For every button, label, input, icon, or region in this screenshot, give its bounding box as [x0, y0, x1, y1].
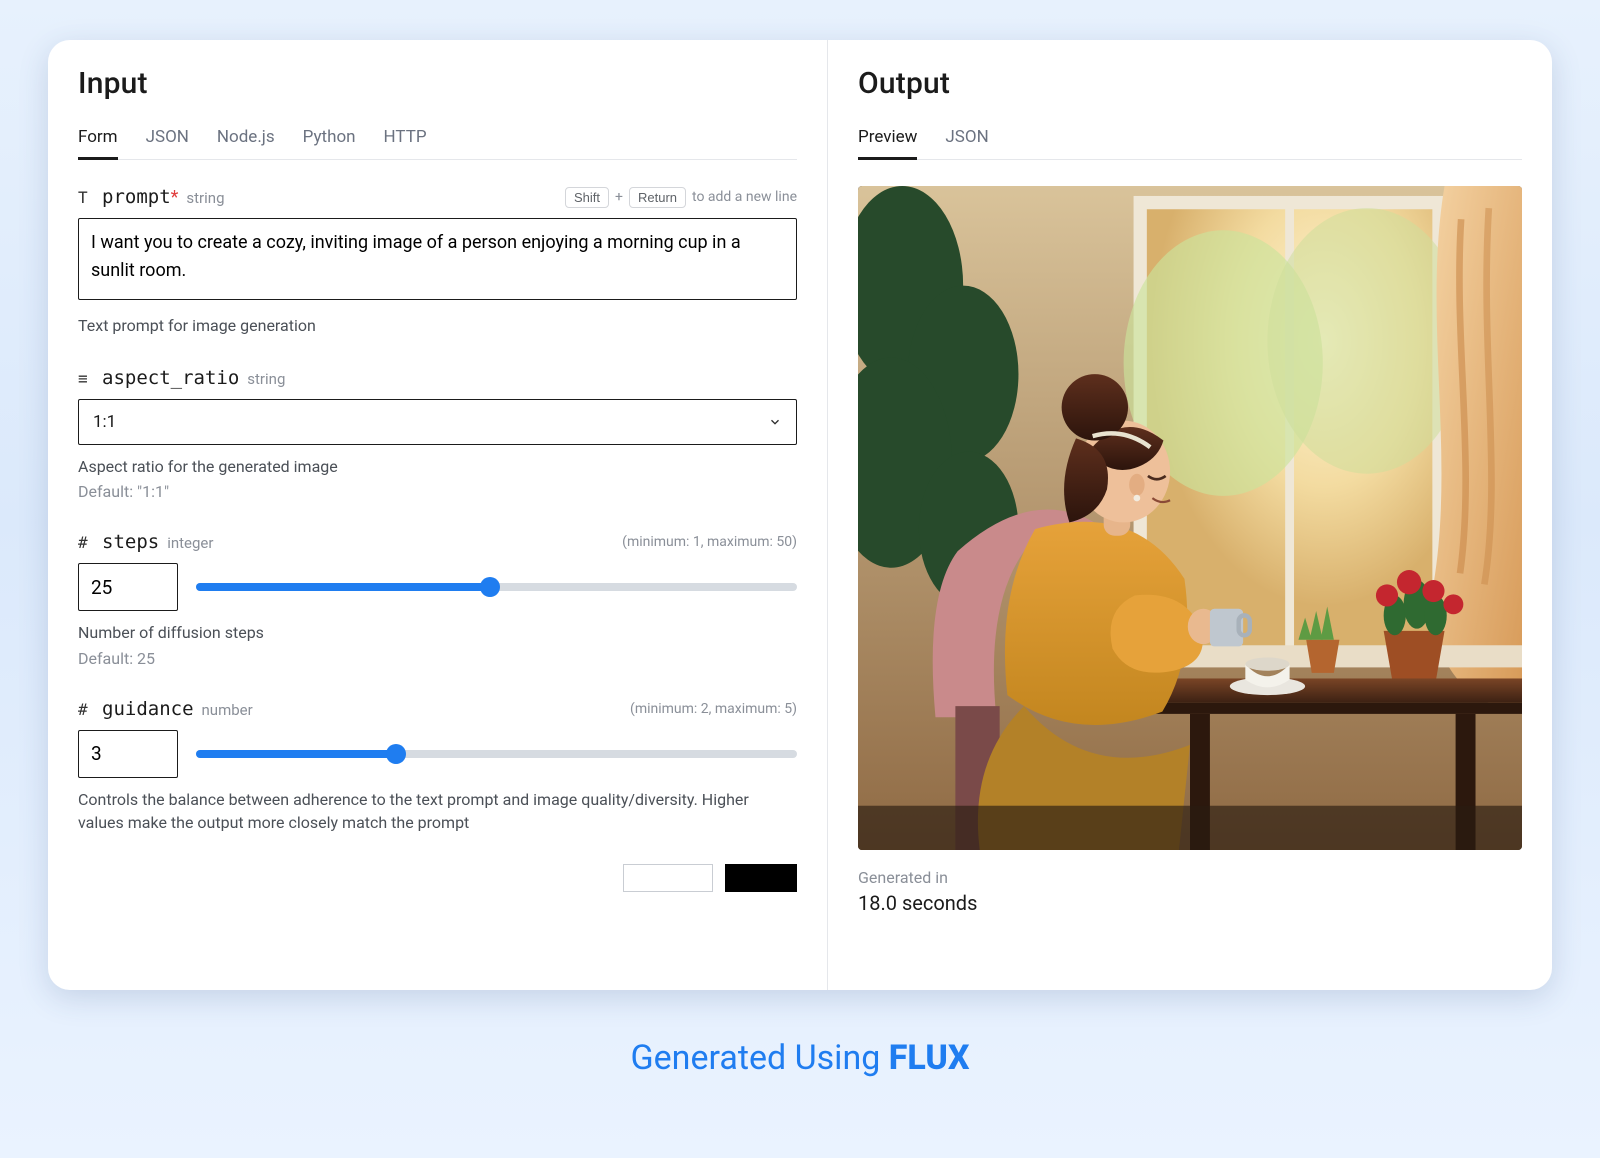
run-button[interactable] — [725, 864, 797, 892]
aspect-ratio-label: aspect_ratio — [102, 367, 239, 389]
hint-key-shift: Shift — [565, 187, 609, 208]
steps-default: Default: 25 — [78, 649, 797, 668]
tab-form[interactable]: Form — [78, 119, 118, 159]
output-meta-label: Generated in — [858, 868, 1522, 887]
field-prompt: T prompt* string Shift + Return to add a… — [78, 186, 797, 337]
tab-output-json[interactable]: JSON — [945, 119, 988, 159]
chevron-down-icon — [768, 415, 782, 429]
tab-http[interactable]: HTTP — [384, 119, 427, 159]
footer-prefix: Generated Using — [630, 1038, 888, 1078]
number-type-icon: # — [78, 700, 94, 719]
steps-input[interactable] — [78, 563, 178, 611]
tab-http-label: HTTP — [384, 127, 427, 147]
text-type-icon: T — [78, 188, 94, 207]
footer-caption: Generated Using FLUX — [48, 1038, 1552, 1078]
steps-type: integer — [167, 534, 213, 552]
tab-python-label: Python — [303, 127, 356, 147]
tab-python[interactable]: Python — [303, 119, 356, 159]
output-title: Output — [858, 66, 1522, 101]
tab-json[interactable]: JSON — [146, 119, 189, 159]
aspect-ratio-type: string — [247, 370, 285, 388]
steps-description: Number of diffusion steps — [78, 621, 797, 644]
tab-nodejs-label: Node.js — [217, 127, 275, 147]
tab-preview[interactable]: Preview — [858, 119, 917, 159]
prompt-label: prompt — [102, 186, 171, 208]
footer-brand: FLUX — [889, 1038, 970, 1078]
guidance-description: Controls the balance between adherence t… — [78, 788, 797, 834]
aspect-ratio-description: Aspect ratio for the generated image — [78, 455, 797, 478]
guidance-type: number — [202, 701, 253, 719]
prompt-input[interactable] — [78, 218, 797, 300]
reset-button[interactable] — [623, 864, 713, 892]
field-guidance: # guidance number (minimum: 2, maximum: … — [78, 698, 797, 834]
guidance-input[interactable] — [78, 730, 178, 778]
guidance-slider[interactable] — [196, 738, 797, 770]
form-actions — [78, 864, 797, 892]
generated-image-svg — [858, 186, 1522, 850]
field-aspect-ratio: ≡ aspect_ratio string 1:1 Aspect ratio f… — [78, 367, 797, 501]
field-steps: # steps integer (minimum: 1, maximum: 50… — [78, 531, 797, 667]
prompt-description: Text prompt for image generation — [78, 314, 797, 337]
output-pane: Output Preview JSON — [828, 40, 1552, 990]
input-title: Input — [78, 66, 797, 101]
prompt-newline-hint: Shift + Return to add a new line — [565, 187, 797, 208]
number-type-icon: # — [78, 533, 94, 552]
tab-nodejs[interactable]: Node.js — [217, 119, 275, 159]
guidance-range: (minimum: 2, maximum: 5) — [630, 701, 797, 717]
slider-thumb-icon — [480, 577, 500, 597]
output-tabs: Preview JSON — [858, 119, 1522, 160]
steps-range: (minimum: 1, maximum: 50) — [622, 534, 797, 550]
generated-image[interactable] — [858, 186, 1522, 850]
input-pane: Input Form JSON Node.js Python HTTP T pr… — [48, 40, 828, 990]
hint-suffix: to add a new line — [692, 189, 797, 205]
output-meta-value: 18.0 seconds — [858, 891, 1522, 915]
tab-preview-label: Preview — [858, 127, 917, 147]
tab-form-label: Form — [78, 127, 118, 147]
enum-type-icon: ≡ — [78, 369, 94, 388]
prompt-type: string — [186, 189, 224, 207]
aspect-ratio-value: 1:1 — [93, 412, 116, 432]
guidance-label: guidance — [102, 698, 194, 720]
required-marker: * — [171, 187, 179, 208]
tab-output-json-label: JSON — [945, 127, 988, 147]
slider-thumb-icon — [386, 744, 406, 764]
playground-card: Input Form JSON Node.js Python HTTP T pr… — [48, 40, 1552, 990]
input-tabs: Form JSON Node.js Python HTTP — [78, 119, 797, 160]
aspect-ratio-select[interactable]: 1:1 — [78, 399, 797, 445]
tab-json-label: JSON — [146, 127, 189, 147]
steps-slider[interactable] — [196, 571, 797, 603]
hint-key-return: Return — [629, 187, 686, 208]
steps-label: steps — [102, 531, 159, 553]
aspect-ratio-default: Default: "1:1" — [78, 482, 797, 501]
